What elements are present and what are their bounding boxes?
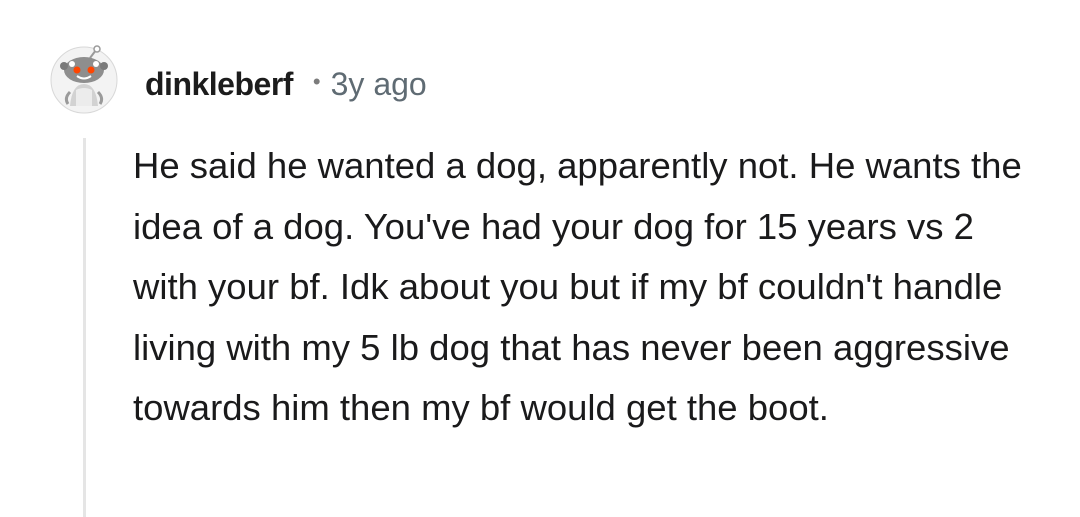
comment-header: dinkleberf • 3y ago [145,62,427,106]
comment-body: He said he wanted a dog, apparently not.… [133,145,1022,429]
comment: dinkleberf • 3y ago He said he wanted a … [0,0,1080,517]
comment-timestamp: 3y ago [330,65,427,102]
user-avatar[interactable] [50,44,118,116]
author-username[interactable]: dinkleberf [145,66,293,103]
snoo-avatar-icon [50,45,118,114]
thread-line[interactable] [83,138,86,517]
meta-separator: • [312,69,321,94]
